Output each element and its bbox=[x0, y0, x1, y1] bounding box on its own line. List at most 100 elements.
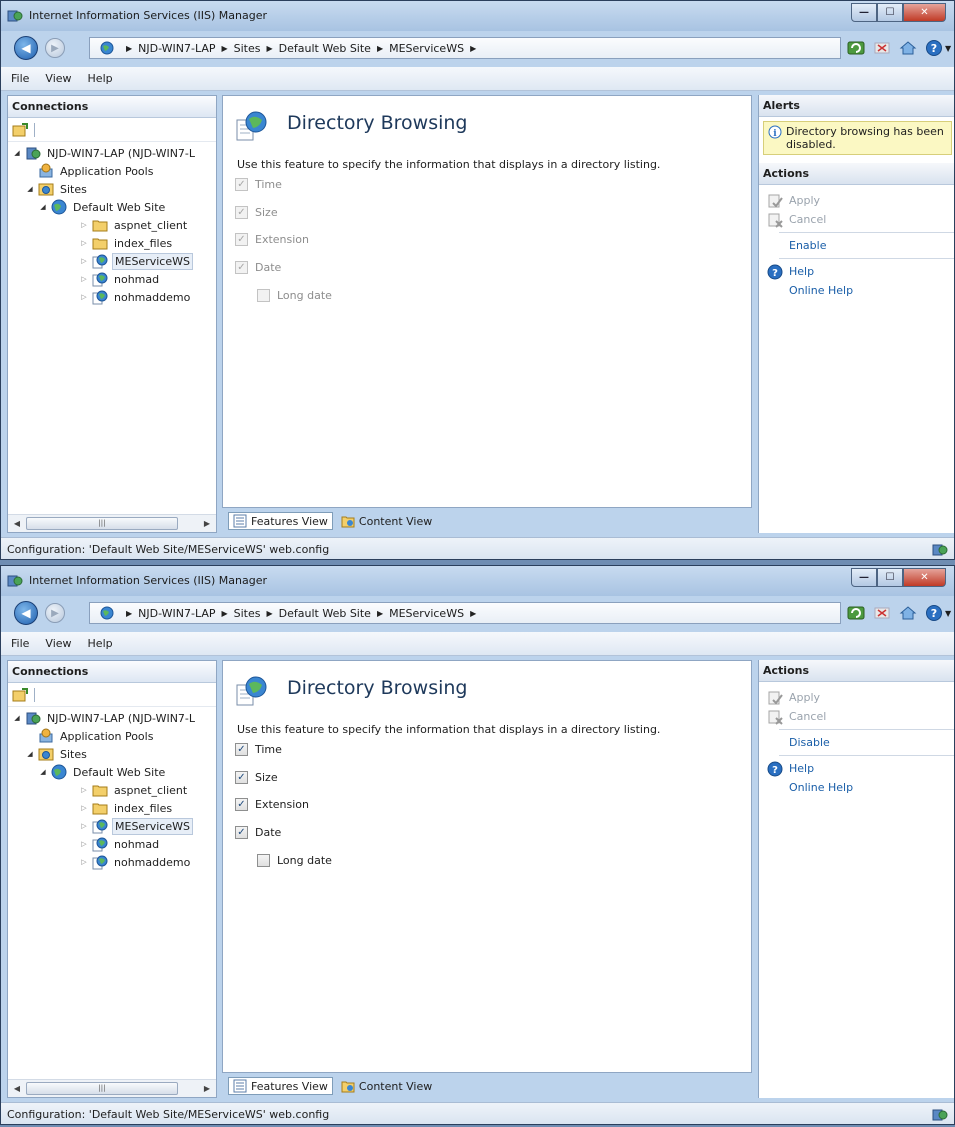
checkbox-box[interactable]: ✓ bbox=[235, 261, 248, 274]
menu-help[interactable]: Help bbox=[88, 637, 113, 650]
checkbox-box[interactable]: ✓ bbox=[235, 798, 248, 811]
menu-view[interactable]: View bbox=[45, 72, 71, 85]
tree-expander[interactable]: ▷ bbox=[79, 804, 89, 812]
menu-view[interactable]: View bbox=[45, 637, 71, 650]
breadcrumb-meservicews[interactable]: MEServiceWS bbox=[389, 607, 464, 620]
minimize-button[interactable]: — bbox=[851, 3, 877, 22]
breadcrumb-server[interactable]: NJD-WIN7-LAP bbox=[138, 607, 215, 620]
forward-button[interactable]: ▶ bbox=[45, 603, 65, 623]
checkbox-box[interactable]: ✓ bbox=[235, 178, 248, 191]
tree-expander[interactable]: ◢ bbox=[12, 149, 22, 157]
tree-expander[interactable]: ◢ bbox=[25, 750, 35, 758]
tree-expander[interactable]: ▷ bbox=[79, 858, 89, 866]
home-icon[interactable] bbox=[899, 39, 917, 57]
tree-item-server[interactable]: ◢ NJD-WIN7-LAP (NJD-WIN7-L bbox=[12, 709, 197, 727]
checkbox-box[interactable]: ✓ bbox=[235, 233, 248, 246]
tree-item-server[interactable]: ◢ NJD-WIN7-LAP (NJD-WIN7-L bbox=[12, 144, 197, 162]
tree-expander[interactable]: ◢ bbox=[38, 768, 48, 776]
online-help-action[interactable]: Online Help bbox=[759, 281, 954, 300]
enable-action[interactable]: Enable bbox=[759, 236, 954, 255]
connect-icon[interactable] bbox=[12, 687, 28, 703]
maximize-button[interactable]: ☐ bbox=[877, 568, 903, 587]
tree-item-nohmad[interactable]: ▷ nohmad bbox=[79, 835, 161, 853]
cancel-action[interactable]: Cancel bbox=[759, 707, 954, 726]
date-checkbox[interactable]: ✓ Date bbox=[235, 826, 281, 839]
apply-action[interactable]: Apply bbox=[759, 191, 954, 210]
tree-expander[interactable]: ▷ bbox=[79, 275, 89, 283]
close-button[interactable]: ✕ bbox=[903, 3, 946, 22]
tree-expander[interactable]: ▷ bbox=[79, 822, 89, 830]
help-icon[interactable]: ? bbox=[925, 39, 943, 57]
tree-item-nohmad[interactable]: ▷ nohmad bbox=[79, 270, 161, 288]
size-checkbox[interactable]: ✓ Size bbox=[235, 206, 278, 219]
tree-expander[interactable]: ▷ bbox=[79, 239, 89, 247]
apply-action[interactable]: Apply bbox=[759, 688, 954, 707]
tree-item-application-pools[interactable]: Application Pools bbox=[25, 162, 155, 180]
scroll-thumb[interactable]: ||| bbox=[26, 1082, 178, 1095]
maximize-button[interactable]: ☐ bbox=[877, 3, 903, 22]
tree-expander[interactable]: ▷ bbox=[79, 293, 89, 301]
back-button[interactable]: ◀ bbox=[14, 601, 38, 625]
long-date-checkbox[interactable]: Long date bbox=[257, 854, 332, 867]
disable-action[interactable]: Disable bbox=[759, 733, 954, 752]
refresh-icon[interactable] bbox=[847, 39, 865, 57]
scroll-right-icon[interactable]: ▶ bbox=[200, 517, 214, 531]
horizontal-scrollbar[interactable]: ◀ ||| ▶ bbox=[8, 1079, 216, 1097]
tree-expander[interactable]: ▷ bbox=[79, 786, 89, 794]
tree-item-sites[interactable]: ◢ Sites bbox=[25, 180, 89, 198]
tab-content-view[interactable]: Content View bbox=[337, 1077, 436, 1095]
tree-item-application-pools[interactable]: Application Pools bbox=[25, 727, 155, 745]
tree-expander[interactable]: ▷ bbox=[79, 840, 89, 848]
tree-item-index-files[interactable]: ▷ index_files bbox=[79, 234, 174, 252]
tree-item-nohmaddemo[interactable]: ▷ nohmaddemo bbox=[79, 853, 192, 871]
tree-expander[interactable]: ▷ bbox=[79, 257, 89, 265]
tree-item-aspnet-client[interactable]: ▷ aspnet_client bbox=[79, 781, 189, 799]
breadcrumb-sites[interactable]: Sites bbox=[234, 607, 261, 620]
close-button[interactable]: ✕ bbox=[903, 568, 946, 587]
horizontal-scrollbar[interactable]: ◀ ||| ▶ bbox=[8, 514, 216, 532]
size-checkbox[interactable]: ✓ Size bbox=[235, 771, 278, 784]
online-help-action[interactable]: Online Help bbox=[759, 778, 954, 797]
tab-features-view[interactable]: Features View bbox=[228, 512, 333, 530]
checkbox-box[interactable]: ✓ bbox=[235, 206, 248, 219]
tab-features-view[interactable]: Features View bbox=[228, 1077, 333, 1095]
chevron-down-icon[interactable]: ▼ bbox=[945, 609, 951, 618]
tree-item-meservicews[interactable]: ▷ MEServiceWS bbox=[79, 817, 193, 835]
time-checkbox[interactable]: ✓ Time bbox=[235, 178, 282, 191]
back-button[interactable]: ◀ bbox=[14, 36, 38, 60]
long-date-checkbox[interactable]: Long date bbox=[257, 289, 332, 302]
checkbox-box[interactable] bbox=[257, 289, 270, 302]
time-checkbox[interactable]: ✓ Time bbox=[235, 743, 282, 756]
checkbox-box[interactable]: ✓ bbox=[235, 826, 248, 839]
tab-content-view[interactable]: Content View bbox=[337, 512, 436, 530]
chevron-down-icon[interactable]: ▼ bbox=[945, 44, 951, 53]
tree-item-meservicews[interactable]: ▷ MEServiceWS bbox=[79, 252, 193, 270]
scroll-right-icon[interactable]: ▶ bbox=[200, 1082, 214, 1096]
scroll-left-icon[interactable]: ◀ bbox=[10, 517, 24, 531]
menu-file[interactable]: File bbox=[11, 72, 29, 85]
breadcrumb-server[interactable]: NJD-WIN7-LAP bbox=[138, 42, 215, 55]
tree-expander[interactable]: ◢ bbox=[38, 203, 48, 211]
tree-item-sites[interactable]: ◢ Sites bbox=[25, 745, 89, 763]
address-bar[interactable]: ▶ NJD-WIN7-LAP ▶ Sites ▶ Default Web Sit… bbox=[89, 602, 841, 624]
breadcrumb-sites[interactable]: Sites bbox=[234, 42, 261, 55]
stop-icon[interactable] bbox=[873, 39, 891, 57]
menu-help[interactable]: Help bbox=[88, 72, 113, 85]
breadcrumb-default-web-site[interactable]: Default Web Site bbox=[279, 42, 371, 55]
tree-item-default-web-site[interactable]: ◢ Default Web Site bbox=[38, 198, 167, 216]
help-action[interactable]: ? Help bbox=[759, 759, 954, 778]
home-icon[interactable] bbox=[899, 604, 917, 622]
tree-expander[interactable]: ◢ bbox=[12, 714, 22, 722]
scroll-left-icon[interactable]: ◀ bbox=[10, 1082, 24, 1096]
extension-checkbox[interactable]: ✓ Extension bbox=[235, 798, 309, 811]
refresh-icon[interactable] bbox=[847, 604, 865, 622]
tree-item-nohmaddemo[interactable]: ▷ nohmaddemo bbox=[79, 288, 192, 306]
tree-item-index-files[interactable]: ▷ index_files bbox=[79, 799, 174, 817]
breadcrumb-default-web-site[interactable]: Default Web Site bbox=[279, 607, 371, 620]
help-action[interactable]: ? Help bbox=[759, 262, 954, 281]
checkbox-box[interactable]: ✓ bbox=[235, 743, 248, 756]
minimize-button[interactable]: — bbox=[851, 568, 877, 587]
address-bar[interactable]: ▶ NJD-WIN7-LAP ▶ Sites ▶ Default Web Sit… bbox=[89, 37, 841, 59]
extension-checkbox[interactable]: ✓ Extension bbox=[235, 233, 309, 246]
breadcrumb-meservicews[interactable]: MEServiceWS bbox=[389, 42, 464, 55]
